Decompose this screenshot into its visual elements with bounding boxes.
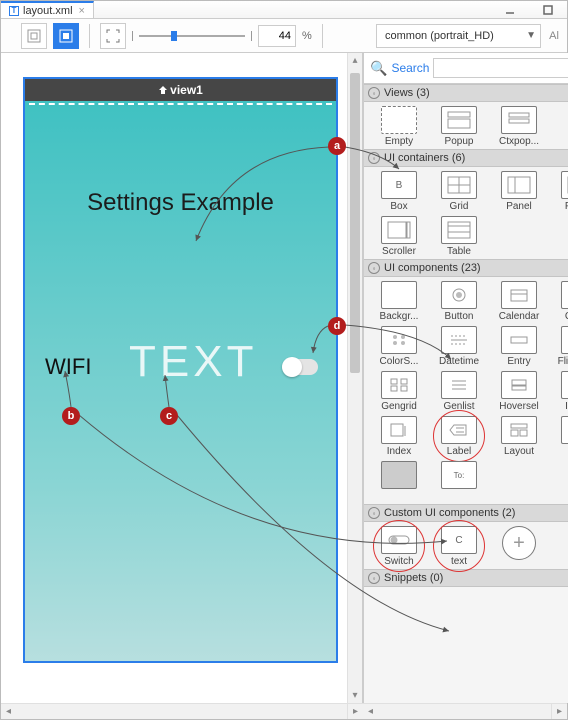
maximize-button[interactable] (529, 1, 567, 18)
palette-item-calendar[interactable]: Calendar (490, 281, 548, 322)
device-profile-select[interactable]: common (portrait_HD) ▼ (376, 24, 541, 48)
search-label: Search (391, 61, 429, 75)
section-header-views[interactable]: ◦ Views (3) ▼ (364, 84, 568, 102)
separator (322, 24, 323, 48)
section-header-containers[interactable]: ◦ UI containers (6) ▼ (364, 149, 568, 167)
text-placeholder[interactable]: TEXT (129, 337, 257, 387)
section-header-components[interactable]: ◦ UI components (23) ▼ (364, 259, 568, 277)
search-row: 🔍 Search (364, 53, 568, 84)
section-title: Custom UI components (2) (384, 507, 515, 519)
callout-c: c (160, 407, 178, 425)
zoom-input[interactable] (258, 25, 296, 47)
canvas-area: view1 Settings Example WIFI TEXT ▴ ▾ (1, 53, 363, 703)
file-tab-label: layout.xml (23, 5, 73, 17)
palette-item-box[interactable]: BBox (370, 171, 428, 212)
palette-item-background[interactable]: Backgr... (370, 281, 428, 322)
palette-item-text[interactable]: Ctext (430, 526, 488, 567)
extra-label: Al (547, 30, 561, 42)
palette-item-colorselector[interactable]: ColorS... (370, 326, 428, 367)
fit-button[interactable] (100, 23, 126, 49)
palette-item-panes[interactable]: Panes (550, 171, 568, 212)
title-bar: T layout.xml × (1, 1, 567, 19)
palette-item-layout[interactable]: Layout (490, 416, 548, 457)
palette-item-more3[interactable]: To: (430, 461, 488, 502)
palette-item-genlist[interactable]: Genlist (430, 371, 488, 412)
switch-control[interactable] (282, 359, 318, 375)
device-preview[interactable]: view1 Settings Example WIFI TEXT (23, 77, 338, 663)
horizontal-scrollbar[interactable]: ◂ ▸ ◂ ▸ (1, 703, 567, 719)
section-views-items: Empty Popup Ctxpop... (364, 102, 568, 149)
zoom-unit: % (302, 30, 312, 42)
wifi-label[interactable]: WIFI (45, 354, 91, 380)
palette-item-popup[interactable]: Popup (430, 106, 488, 147)
callout-d: d (328, 317, 346, 335)
canvas-vertical-scrollbar[interactable]: ▴ ▾ (347, 53, 362, 703)
callout-a: a (328, 137, 346, 155)
search-input[interactable] (433, 58, 568, 78)
chevron-down-icon: ▼ (526, 30, 536, 41)
section-title: Views (3) (384, 87, 430, 99)
view-title: view1 (170, 83, 203, 97)
layout-mode-1-button[interactable] (21, 23, 47, 49)
palette-item-entry[interactable]: Entry (490, 326, 548, 367)
filetype-icon: T (9, 6, 19, 16)
palette-item-more2[interactable] (370, 461, 428, 502)
view-titlebar: view1 (25, 79, 336, 101)
palette-item-flipselector[interactable]: Flipsele... (550, 326, 568, 367)
section-header-snippets[interactable]: ◦ Snippets (0) ▼ (364, 569, 568, 587)
palette-item-grid[interactable]: Grid (430, 171, 488, 212)
palette-item-button[interactable]: Button (430, 281, 488, 322)
palette-item-scroller[interactable]: Scroller (370, 216, 428, 257)
heading-label[interactable]: Settings Example (25, 189, 336, 217)
palette-item-gengrid[interactable]: Gengrid (370, 371, 428, 412)
file-tab[interactable]: T layout.xml × (1, 1, 94, 18)
callout-b: b (62, 407, 80, 425)
palette-item-more1[interactable] (550, 416, 568, 457)
palette-item-switch[interactable]: Switch (370, 526, 428, 567)
minimize-button[interactable] (491, 1, 529, 18)
palette-item-table[interactable]: Table (430, 216, 488, 257)
section-containers-items: BBox Grid Panel Panes Scroller Table (364, 167, 568, 259)
guide-line (29, 103, 332, 105)
zoom-slider[interactable] (132, 31, 252, 41)
window-buttons (491, 1, 567, 18)
layout-mode-2-button[interactable] (53, 23, 79, 49)
palette-item-image[interactable]: Image (550, 371, 568, 412)
section-header-custom[interactable]: ◦ Custom UI components (2) ▼ (364, 504, 568, 522)
section-title: UI components (23) (384, 262, 481, 274)
palette-item-label[interactable]: Label (430, 416, 488, 457)
palette-add-custom-button[interactable]: + (490, 526, 548, 567)
palette-item-check[interactable]: Check (550, 281, 568, 322)
palette-item-empty[interactable]: Empty (370, 106, 428, 147)
palette-item-hoversel[interactable]: Hoversel (490, 371, 548, 412)
toolbar: % common (portrait_HD) ▼ Al (1, 19, 567, 53)
palette-item-datetime[interactable]: Datetime (430, 326, 488, 367)
device-profile-value: common (portrait_HD) (385, 30, 494, 42)
close-tab-icon[interactable]: × (77, 5, 85, 17)
section-custom-items: Switch Ctext + (364, 522, 568, 569)
section-title: UI containers (6) (384, 152, 465, 164)
search-icon: 🔍 (370, 60, 387, 77)
section-components-items: Backgr... Button Calendar Check ColorS..… (364, 277, 568, 504)
palette-item-index[interactable]: Index (370, 416, 428, 457)
palette-item-panel[interactable]: Panel (490, 171, 548, 212)
section-title: Snippets (0) (384, 572, 443, 584)
separator (89, 24, 90, 48)
component-palette: 🔍 Search ◦ Views (3) ▼ Empty Popup Ctxpo… (363, 53, 568, 703)
palette-item-ctxpopup[interactable]: Ctxpop... (490, 106, 548, 147)
